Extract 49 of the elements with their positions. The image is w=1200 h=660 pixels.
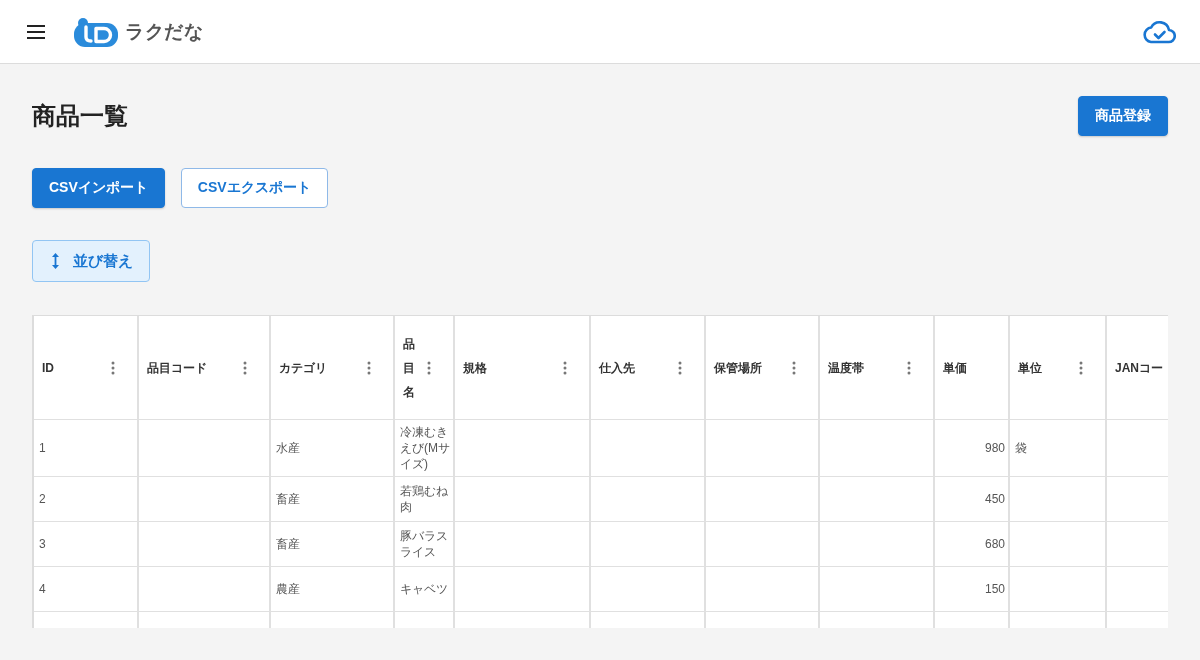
table-cell: 150: [935, 567, 1010, 612]
column-header: カテゴリ: [279, 359, 328, 377]
outlined-button[interactable]: CSVエクスポート: [180, 168, 328, 208]
column-header: 保管場所: [714, 359, 763, 377]
menu-button[interactable]: [26, 24, 46, 39]
kebab-menu-icon[interactable]: [111, 360, 115, 375]
kebab-menu-icon[interactable]: [907, 360, 911, 375]
add-product-button[interactable]: 商品登録: [1078, 96, 1168, 136]
kebab-menu-icon[interactable]: [563, 360, 567, 375]
column-header: 規格: [463, 359, 488, 377]
logo-icon: [74, 16, 118, 47]
table-cell: 畜産: [271, 477, 395, 522]
table-cell: 畜産: [271, 522, 395, 567]
table-cell: 4: [34, 567, 139, 612]
table-cell: 2: [34, 477, 139, 522]
kebab-menu-icon[interactable]: [427, 360, 431, 375]
kebab-menu-icon[interactable]: [792, 360, 796, 375]
table-cell: 水産: [271, 420, 395, 477]
table-cell: 3: [34, 522, 139, 567]
page-title: 商品一覧: [32, 101, 128, 131]
sort-arrows-icon: [52, 253, 59, 269]
table-cell: 450: [935, 477, 1010, 522]
column-header: 単位: [1018, 359, 1043, 377]
column-header: 品目コード: [147, 359, 208, 377]
table-cell: 680: [935, 522, 1010, 567]
kebab-menu-icon[interactable]: [678, 360, 682, 375]
table-cell: 豚バラスライス: [395, 522, 455, 567]
kebab-menu-icon[interactable]: [1079, 360, 1083, 375]
column-header: 温度帯: [828, 359, 865, 377]
column-header: 品目名: [403, 335, 416, 401]
table-cell: 1: [34, 420, 139, 477]
table-cell: 袋: [1010, 420, 1107, 477]
column-header: JANコー: [1115, 359, 1164, 377]
table-cell: 980: [935, 420, 1010, 477]
table-cell: 若鶏むね肉: [395, 477, 455, 522]
table-cell: キャベツ: [395, 567, 455, 612]
kebab-menu-icon[interactable]: [243, 360, 247, 375]
sync-status-button[interactable]: [1143, 19, 1176, 44]
column-header: ID: [42, 359, 55, 377]
primary-button[interactable]: CSVインポート: [32, 168, 165, 208]
kebab-menu-icon[interactable]: [367, 360, 371, 375]
menu-icon: [26, 24, 46, 39]
table-cell: 冷凍むきえび(Mサイズ): [395, 420, 455, 477]
cloud-check-icon: [1143, 19, 1176, 44]
brand-name: ラクだな: [125, 19, 203, 44]
sort-button[interactable]: 並び替え: [32, 240, 150, 282]
column-header: 単価: [943, 359, 968, 377]
table-cell: 農産: [271, 567, 395, 612]
column-header: 仕入先: [599, 359, 636, 377]
